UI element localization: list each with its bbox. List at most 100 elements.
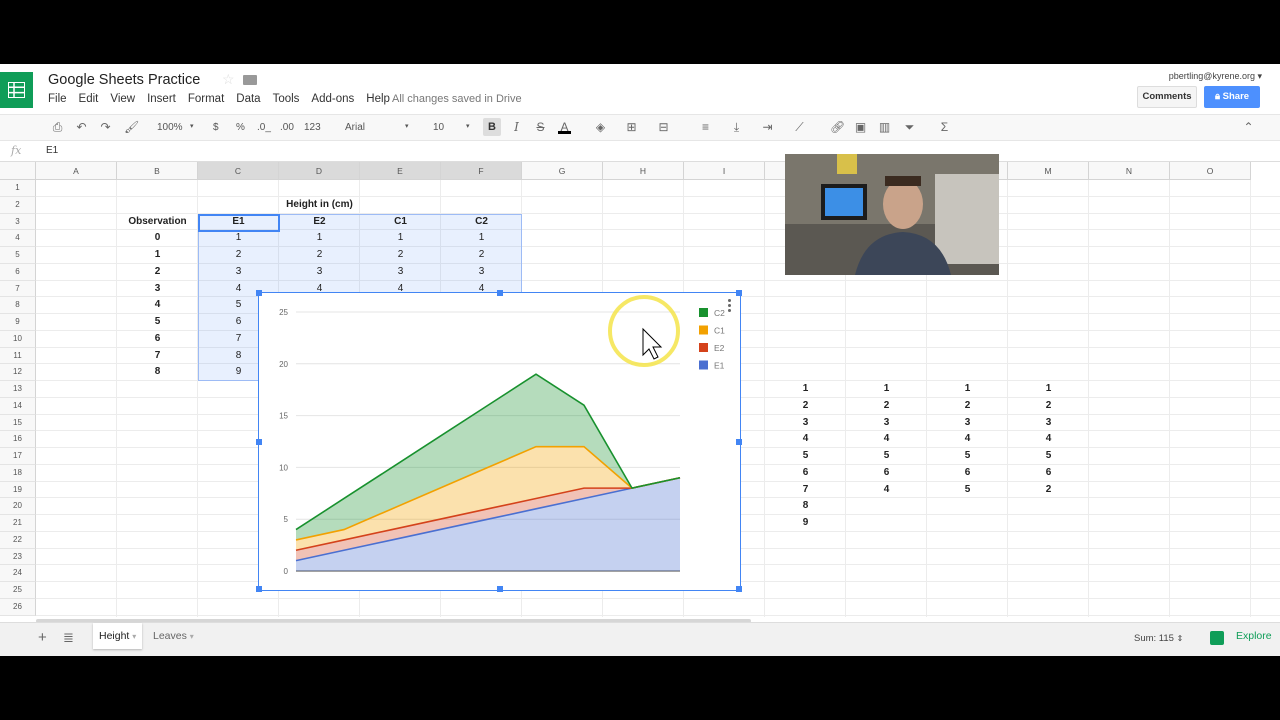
- resize-handle[interactable]: [736, 586, 742, 592]
- more-formats-button[interactable]: 123: [304, 122, 321, 133]
- column-header-a[interactable]: A: [36, 162, 117, 180]
- increase-decimal-button[interactable]: .00: [280, 122, 294, 133]
- cell[interactable]: 6: [846, 465, 927, 482]
- explore-button[interactable]: Explore: [1236, 630, 1272, 642]
- row-header[interactable]: 26: [0, 598, 36, 616]
- row-header[interactable]: 10: [0, 330, 36, 348]
- cell[interactable]: 3: [765, 415, 846, 432]
- cell[interactable]: 2: [117, 264, 198, 281]
- menu-edit[interactable]: Edit: [79, 93, 99, 105]
- zoom-select[interactable]: 100%: [157, 122, 183, 133]
- chart-icon[interactable]: ▥: [878, 121, 891, 134]
- row-header[interactable]: 25: [0, 582, 36, 599]
- functions-icon[interactable]: Σ: [938, 121, 951, 134]
- paint-format-icon[interactable]: 🖌︎: [124, 121, 139, 134]
- cell[interactable]: 9: [765, 515, 846, 532]
- all-sheets-icon[interactable]: ≣: [63, 630, 74, 646]
- cell[interactable]: 5: [1008, 448, 1089, 465]
- menu-help[interactable]: Help: [366, 93, 390, 105]
- cell[interactable]: 4: [1008, 431, 1089, 448]
- menu-file[interactable]: File: [48, 93, 67, 105]
- column-header-d[interactable]: D: [279, 162, 360, 180]
- align-vertical-icon[interactable]: ⤓: [730, 121, 743, 134]
- chart-menu-icon[interactable]: [728, 299, 732, 314]
- font-select[interactable]: Arial: [345, 122, 365, 133]
- resize-handle[interactable]: [736, 290, 742, 296]
- cell[interactable]: 3: [198, 264, 279, 281]
- cell[interactable]: 1: [765, 381, 846, 398]
- comment-icon[interactable]: ▣: [854, 121, 867, 134]
- menu-insert[interactable]: Insert: [147, 93, 176, 105]
- cell[interactable]: 3: [441, 264, 522, 281]
- cell[interactable]: 1: [441, 230, 522, 247]
- resize-handle[interactable]: [736, 439, 742, 445]
- percent-button[interactable]: %: [236, 122, 245, 133]
- cell[interactable]: 1: [1008, 381, 1089, 398]
- cell[interactable]: 1: [198, 230, 279, 247]
- cell[interactable]: 3: [360, 264, 441, 281]
- row-header[interactable]: 15: [0, 414, 36, 432]
- menu-addons[interactable]: Add-ons: [311, 93, 354, 105]
- cell[interactable]: 1: [846, 381, 927, 398]
- borders-icon[interactable]: ⊞: [625, 121, 638, 134]
- row-header[interactable]: 1: [0, 180, 36, 197]
- resize-handle[interactable]: [497, 586, 503, 592]
- sheets-logo-icon[interactable]: [0, 72, 33, 108]
- column-header-h[interactable]: H: [603, 162, 684, 180]
- fill-color-icon[interactable]: ◈: [594, 121, 607, 134]
- menu-view[interactable]: View: [110, 93, 135, 105]
- cell[interactable]: 2: [198, 247, 279, 264]
- menu-data[interactable]: Data: [236, 93, 260, 105]
- cell[interactable]: E2: [279, 214, 360, 231]
- cell[interactable]: 2: [1008, 398, 1089, 415]
- column-header-f[interactable]: F: [441, 162, 522, 180]
- cell[interactable]: 2: [1008, 482, 1089, 499]
- row-header[interactable]: 12: [0, 364, 36, 381]
- cell[interactable]: 6: [117, 331, 198, 348]
- cell[interactable]: 8: [765, 498, 846, 515]
- account-email[interactable]: pbertling@kyrene.org ▾: [1169, 71, 1262, 82]
- text-color-icon[interactable]: A: [558, 121, 571, 134]
- cell[interactable]: C1: [360, 214, 441, 231]
- cell[interactable]: 6: [1008, 465, 1089, 482]
- cell[interactable]: 7: [765, 482, 846, 499]
- row-header[interactable]: 11: [0, 347, 36, 365]
- cell[interactable]: E1: [198, 214, 279, 231]
- explore-icon[interactable]: [1210, 631, 1224, 645]
- cell[interactable]: Height in (cm): [279, 197, 360, 214]
- column-header-b[interactable]: B: [117, 162, 198, 180]
- comments-button[interactable]: Comments: [1137, 86, 1197, 108]
- row-header[interactable]: 19: [0, 481, 36, 499]
- currency-button[interactable]: $: [213, 122, 219, 133]
- menu-format[interactable]: Format: [188, 93, 224, 105]
- row-header[interactable]: 20: [0, 498, 36, 515]
- bold-button[interactable]: B: [483, 118, 501, 136]
- add-sheet-icon[interactable]: +: [38, 629, 47, 646]
- cell[interactable]: 3: [117, 281, 198, 298]
- cell[interactable]: 5: [765, 448, 846, 465]
- cell[interactable]: 5: [117, 314, 198, 331]
- row-header[interactable]: 7: [0, 280, 36, 298]
- cell[interactable]: 1: [927, 381, 1008, 398]
- row-header[interactable]: 9: [0, 314, 36, 331]
- row-header[interactable]: 5: [0, 247, 36, 264]
- column-header-n[interactable]: N: [1089, 162, 1170, 180]
- align-horizontal-icon[interactable]: ≡: [699, 121, 712, 134]
- save-status[interactable]: All changes saved in Drive: [392, 93, 522, 105]
- cell[interactable]: Observation: [117, 214, 198, 231]
- cell[interactable]: 1: [360, 230, 441, 247]
- sheet-tab-height[interactable]: Height ▾: [93, 623, 143, 649]
- collapse-toolbar-icon[interactable]: ⌃: [1242, 121, 1255, 134]
- sum-indicator[interactable]: Sum: 115 ⇕: [1134, 633, 1183, 644]
- star-icon[interactable]: ☆: [222, 71, 235, 88]
- redo-icon[interactable]: ↷: [99, 121, 112, 134]
- resize-handle[interactable]: [497, 290, 503, 296]
- sheet-tab-leaves[interactable]: Leaves ▾: [147, 623, 200, 649]
- cell[interactable]: 6: [765, 465, 846, 482]
- stacked-area-chart[interactable]: 0 5 10 15 20 25 C2 C1 E2 E1: [256, 290, 742, 592]
- cell[interactable]: 2: [441, 247, 522, 264]
- row-header[interactable]: 18: [0, 464, 36, 482]
- font-size-select[interactable]: 10: [433, 122, 444, 133]
- row-header[interactable]: 6: [0, 263, 36, 281]
- resize-handle[interactable]: [256, 290, 262, 296]
